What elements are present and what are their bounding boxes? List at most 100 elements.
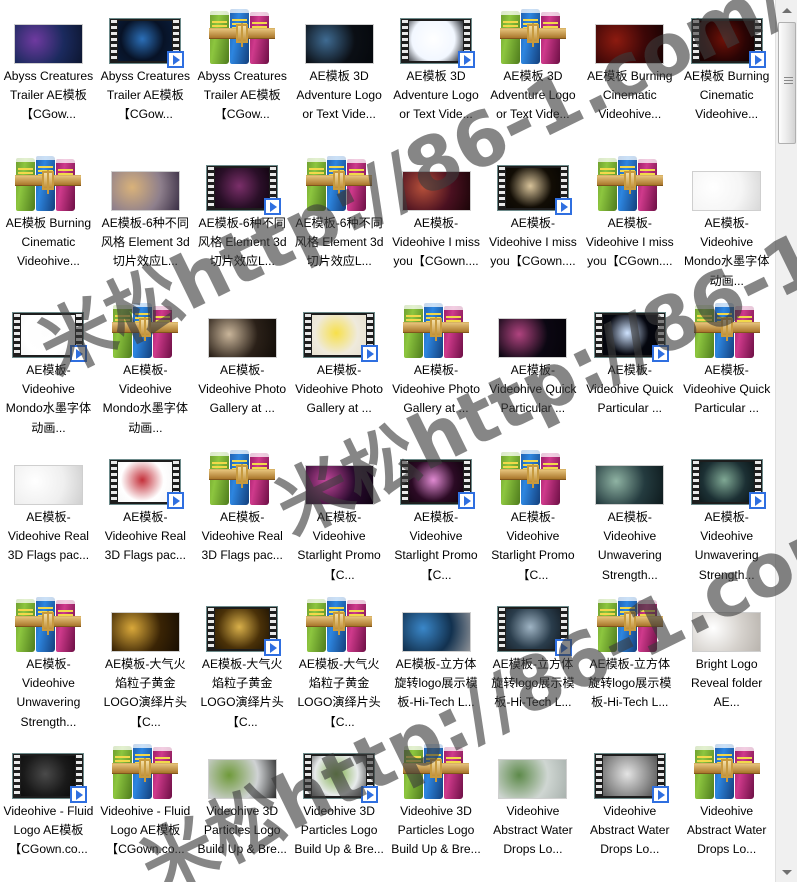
file-item[interactable]: AE模板-大气火焰粒子黄金LOGO演绎片头【C... — [97, 592, 194, 739]
file-item[interactable]: AE模板-Videohive Real 3D Flags pac... — [194, 445, 291, 592]
file-item[interactable]: AE模板 Burning Cinematic Videohive... — [678, 4, 775, 151]
file-item[interactable]: AE模板-立方体旋转logo展示模板-Hi-Tech L... — [581, 592, 678, 739]
file-item[interactable]: AE模板-Videohive Unwavering Strength... — [0, 592, 97, 739]
video-thumbnail — [496, 596, 572, 656]
file-item[interactable]: AE模板-Videohive Quick Particular ... — [581, 298, 678, 445]
file-name-label: AE模板-Videohive Photo Gallery at ... — [295, 363, 384, 416]
vertical-scrollbar[interactable] — [775, 0, 797, 882]
book-top-edge — [153, 747, 173, 751]
file-item[interactable]: Abyss Creatures Trailer AE模板【CGow... — [0, 4, 97, 151]
file-item[interactable]: Bright Logo Reveal folder AE... — [678, 592, 775, 739]
video-preview-frame — [312, 315, 367, 355]
file-item[interactable]: Videohive - Fluid Logo AE模板【CGown.co... — [0, 739, 97, 882]
book-band — [115, 315, 131, 317]
file-item[interactable]: AE模板-Videohive Unwavering Strength... — [581, 445, 678, 592]
buckle-icon — [430, 758, 442, 782]
file-item[interactable]: Videohive Abstract Water Drops Lo... — [484, 739, 581, 882]
play-overlay-icon — [70, 345, 88, 362]
file-item[interactable]: Videohive Abstract Water Drops Lo... — [678, 739, 775, 882]
file-name-label: AE模板 Burning Cinematic Videohive... — [587, 69, 673, 122]
file-item[interactable]: AE模板 Burning Cinematic Videohive... — [0, 151, 97, 298]
file-item[interactable]: Videohive 3D Particles Logo Build Up & B… — [291, 739, 388, 882]
book-top-edge — [597, 599, 617, 603]
file-item[interactable]: AE模板-6种不同风格 Element 3d 切片效应L... — [291, 151, 388, 298]
file-item[interactable]: AE模板-立方体旋转logo展示模板-Hi-Tech L... — [484, 592, 581, 739]
file-name-label: Videohive - Fluid Logo AE模板【CGown.co... — [3, 804, 94, 857]
rar-archive-icon — [596, 596, 663, 652]
book-band — [522, 19, 538, 21]
book-band — [38, 607, 54, 609]
book-band — [58, 610, 74, 612]
book-top-edge — [444, 747, 463, 751]
video-file-icon — [496, 165, 572, 215]
file-item[interactable]: Videohive Abstract Water Drops Lo... — [581, 739, 678, 882]
file-item[interactable]: Abyss Creatures Trailer AE模板【CGow... — [97, 4, 194, 151]
file-item[interactable]: AE模板-立方体旋转logo展示模板-Hi-Tech L... — [388, 592, 485, 739]
book-band — [406, 756, 421, 758]
book-band — [135, 754, 151, 756]
file-item[interactable]: AE模板-大气火焰粒子黄金LOGO演绎片头【C... — [194, 592, 291, 739]
file-item[interactable]: AE模板-大气火焰粒子黄金LOGO演绎片头【C... — [291, 592, 388, 739]
book-top-edge — [404, 305, 423, 309]
video-thumbnail — [593, 302, 669, 362]
file-item[interactable]: AE模板 3D Adventure Logo or Text Vide... — [388, 4, 485, 151]
video-preview-frame — [505, 609, 560, 649]
book-top-edge — [734, 747, 754, 751]
file-item[interactable]: AE模板-6种不同风格 Element 3d 切片效应L... — [194, 151, 291, 298]
file-item[interactable]: AE模板-Videohive Photo Gallery at ... — [194, 298, 291, 445]
scroll-up-button[interactable] — [776, 0, 797, 20]
file-item[interactable]: Videohive 3D Particles Logo Build Up & B… — [194, 739, 291, 882]
file-item[interactable]: AE模板-Videohive Photo Gallery at ... — [291, 298, 388, 445]
file-name-label: AE模板-Videohive Starlight Promo【C... — [297, 510, 381, 582]
file-item[interactable]: AE模板-Videohive I miss you【CGown.... — [484, 151, 581, 298]
buckle-icon — [236, 464, 249, 488]
buckle-icon — [526, 23, 539, 47]
filmstrip-perforation-icon — [305, 755, 312, 797]
file-item[interactable]: AE模板-Videohive Mondo水墨字体动画... — [678, 151, 775, 298]
archive-thumbnail — [11, 596, 85, 652]
scroll-down-button[interactable] — [776, 862, 797, 882]
book-top-edge — [16, 599, 36, 603]
video-file-icon — [496, 606, 572, 656]
file-item[interactable]: AE模板 Burning Cinematic Videohive... — [581, 4, 678, 151]
book-band — [542, 22, 558, 24]
file-item[interactable]: AE模板-6种不同风格 Element 3d 切片效应L... — [97, 151, 194, 298]
video-thumbnail — [593, 743, 669, 803]
file-item[interactable]: AE模板-Videohive I miss you【CGown.... — [581, 151, 678, 298]
book-top-edge — [500, 452, 520, 456]
book-band — [232, 19, 248, 21]
file-grid[interactable]: Abyss Creatures Trailer AE模板【CGow... Abys… — [0, 0, 775, 882]
book-top-edge — [404, 746, 423, 750]
file-item[interactable]: AE模板-Videohive Starlight Promo【C... — [388, 445, 485, 592]
file-item[interactable]: AE模板-Videohive Photo Gallery at ... — [388, 298, 485, 445]
file-item[interactable]: AE模板 3D Adventure Logo or Text Vide... — [484, 4, 581, 151]
image-thumbnail — [593, 449, 667, 505]
file-item[interactable]: AE模板-Videohive I miss you【CGown.... — [388, 151, 485, 298]
book-top-edge — [444, 306, 463, 310]
jpg-file-icon — [401, 171, 471, 211]
file-item[interactable]: AE模板-Videohive Mondo水墨字体动画... — [0, 298, 97, 445]
scrollbar-thumb[interactable] — [778, 22, 796, 144]
file-item[interactable]: AE模板-Videohive Quick Particular ... — [678, 298, 775, 445]
file-item[interactable]: Videohive - Fluid Logo AE模板【CGown.co... — [97, 739, 194, 882]
play-overlay-icon — [554, 198, 572, 215]
rar-archive-icon — [306, 155, 373, 211]
explorer-window: Abyss Creatures Trailer AE模板【CGow... Abys… — [0, 0, 797, 882]
file-item[interactable]: AE模板-Videohive Starlight Promo【C... — [484, 445, 581, 592]
file-item[interactable]: AE模板-Videohive Mondo水墨字体动画... — [97, 298, 194, 445]
book-band — [716, 313, 732, 315]
play-overlay-icon — [361, 786, 379, 803]
file-item[interactable]: Abyss Creatures Trailer AE模板【CGow... — [194, 4, 291, 151]
file-item[interactable]: AE模板-Videohive Quick Particular ... — [484, 298, 581, 445]
file-item[interactable]: Videohive 3D Particles Logo Build Up & B… — [388, 739, 485, 882]
book-top-edge — [56, 159, 76, 163]
file-item[interactable]: AE模板-Videohive Real 3D Flags pac... — [97, 445, 194, 592]
book-band — [502, 21, 518, 23]
file-item[interactable]: AE模板-Videohive Starlight Promo【C... — [291, 445, 388, 592]
file-item[interactable]: AE模板 3D Adventure Logo or Text Vide... — [291, 4, 388, 151]
buckle-icon — [42, 170, 55, 194]
file-item[interactable]: AE模板-Videohive Unwavering Strength... — [678, 445, 775, 592]
file-name-label: AE模板-Videohive Quick Particular ... — [489, 363, 577, 416]
file-item[interactable]: AE模板-Videohive Real 3D Flags pac... — [0, 445, 97, 592]
book-top-edge — [327, 597, 347, 601]
